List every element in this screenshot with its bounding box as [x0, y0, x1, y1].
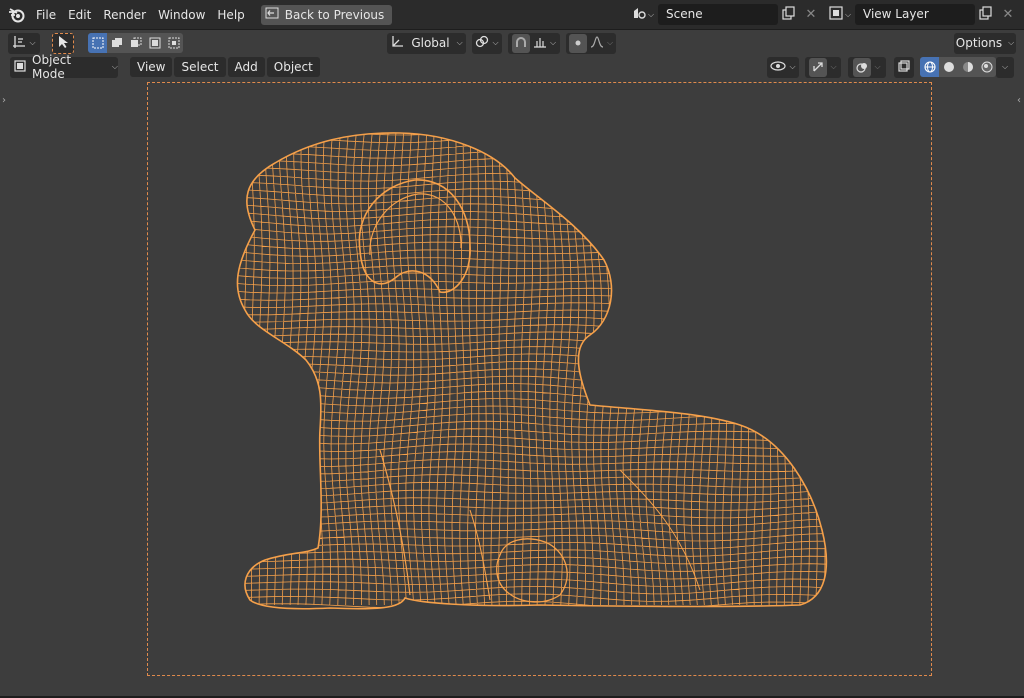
back-to-previous-button[interactable]: Back to Previous	[260, 4, 393, 25]
chevron-down-icon: ⌵	[844, 9, 852, 19]
menu-help[interactable]: Help	[211, 4, 250, 26]
view-layer-browse-button[interactable]: ⌵	[825, 4, 855, 25]
view-layer-icon	[829, 6, 843, 23]
dog-wireframe-mesh	[236, 132, 828, 610]
view-layer-selector: ⌵ View Layer ✕	[825, 4, 1019, 25]
copy-scene-button[interactable]	[778, 4, 800, 25]
close-icon: ✕	[1002, 7, 1014, 22]
menu-render[interactable]: Render	[97, 4, 152, 26]
mesh-grid-lines	[237, 132, 827, 609]
scene-selector: ⌵ Scene ✕	[628, 4, 822, 25]
scene-icon	[632, 6, 646, 23]
back-icon	[265, 7, 279, 22]
remove-scene-button[interactable]: ✕	[800, 4, 822, 25]
back-to-previous-label: Back to Previous	[284, 7, 385, 22]
menu-file[interactable]: File	[30, 4, 62, 26]
scene-name-field[interactable]: Scene	[658, 4, 778, 25]
copy-icon	[979, 6, 993, 23]
top-bar: File Edit Render Window Help Back to Pre…	[0, 0, 1024, 29]
menu-window[interactable]: Window	[152, 4, 211, 26]
chevron-down-icon: ⌵	[647, 9, 655, 19]
remove-view-layer-button[interactable]: ✕	[997, 4, 1019, 25]
view-layer-name-field[interactable]: View Layer	[855, 4, 975, 25]
menu-edit[interactable]: Edit	[62, 4, 97, 26]
close-icon: ✕	[805, 7, 817, 22]
blender-logo-icon[interactable]	[4, 0, 30, 29]
scene-browse-button[interactable]: ⌵	[628, 4, 658, 25]
3d-viewport[interactable]: ⌵ Global ⌵ ⌵ ⌵ ⌵ Options ⌵ Object Mode ⌵…	[0, 30, 1024, 696]
copy-icon	[782, 6, 796, 23]
copy-view-layer-button[interactable]	[975, 4, 997, 25]
